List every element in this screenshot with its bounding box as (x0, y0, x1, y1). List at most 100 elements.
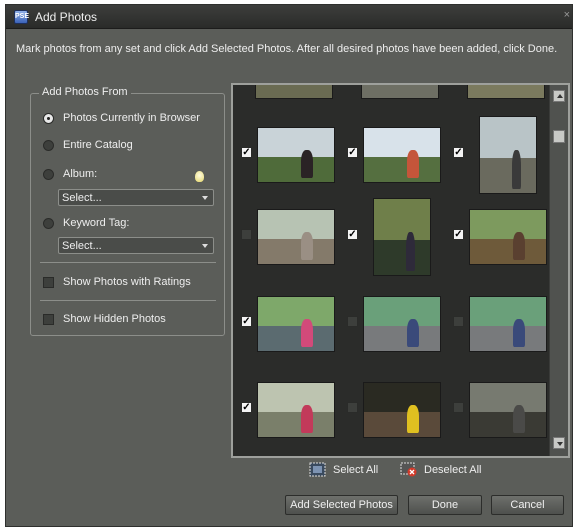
photo-subject (301, 319, 313, 347)
radio-keyword-tag[interactable]: Keyword Tag: (43, 215, 129, 231)
photo-subject (513, 232, 525, 260)
photo-thumbnail[interactable] (469, 382, 547, 438)
photo-scene-ground (364, 157, 440, 182)
photo-thumbnail[interactable] (479, 116, 537, 194)
title-bar: PSE Add Photos × (6, 5, 572, 29)
photo-gallery[interactable]: ✓ ✓ ✓ ✓ ✓ ✓ ✓ (231, 83, 570, 458)
photo-scene-ground (470, 412, 546, 437)
window-title: Add Photos (35, 10, 98, 24)
select-all-control[interactable]: Select All (309, 462, 378, 477)
photo-thumbnail[interactable] (257, 382, 335, 438)
chevron-down-icon (202, 244, 208, 248)
photo-subject (407, 405, 419, 433)
photo-thumbnail[interactable] (469, 296, 547, 352)
scroll-down-button[interactable] (553, 437, 565, 449)
photo-checkbox[interactable] (241, 229, 252, 240)
album-select[interactable]: Select... (58, 189, 214, 206)
photo-checkbox[interactable] (453, 402, 464, 413)
photo-scene-ground (364, 326, 440, 351)
deselect-all-icon (400, 462, 417, 477)
photo-checkbox[interactable] (347, 402, 358, 413)
photo-subject (407, 319, 419, 347)
radio-label: Keyword Tag: (63, 217, 130, 229)
add-photos-dialog: PSE Add Photos × Mark photos from any se… (5, 4, 573, 527)
close-icon[interactable]: × (564, 9, 570, 21)
instructions-text: Mark photos from any set and click Add S… (16, 43, 558, 55)
select-all-icon (309, 462, 326, 477)
divider (40, 262, 216, 263)
show-hidden-checkbox[interactable] (43, 314, 54, 325)
photo-checkbox[interactable]: ✓ (241, 147, 252, 158)
chevron-down-icon (202, 196, 208, 200)
show-hidden-label: Show Hidden Photos (63, 313, 166, 325)
keyword-select-value: Select... (62, 240, 102, 252)
photo-thumbnail[interactable] (363, 296, 441, 352)
photo-thumbnail[interactable] (469, 209, 547, 265)
done-button[interactable]: Done (408, 495, 482, 515)
chevron-up-icon (557, 94, 563, 98)
photo-scene-ground (480, 158, 536, 193)
photo-thumbnail[interactable] (363, 127, 441, 183)
photo-thumbnail[interactable] (257, 127, 335, 183)
photo-checkbox[interactable]: ✓ (241, 402, 252, 413)
add-photos-from-group: Add Photos From Photos Currently in Brow… (30, 86, 225, 336)
photo-scene-ground (258, 239, 334, 264)
photo-thumbnail[interactable] (363, 382, 441, 438)
deselect-all-label: Deselect All (424, 463, 482, 476)
add-selected-photos-button[interactable]: Add Selected Photos (285, 495, 398, 515)
app-icon: PSE (14, 10, 29, 24)
photo-subject (301, 232, 313, 260)
radio-label: Entire Catalog (63, 139, 133, 151)
radio-entire-catalog[interactable]: Entire Catalog (43, 137, 133, 153)
show-ratings-checkbox[interactable] (43, 277, 54, 288)
photo-thumbnail[interactable] (257, 296, 335, 352)
photo-scene-ground (258, 326, 334, 351)
thumbnail-grid[interactable]: ✓ ✓ ✓ ✓ ✓ ✓ ✓ (233, 85, 549, 456)
photo-checkbox[interactable]: ✓ (241, 316, 252, 327)
photo-scene-ground (258, 412, 334, 437)
radio-album[interactable]: Album: (43, 166, 97, 182)
photo-thumbnail[interactable] (361, 85, 439, 99)
radio-button[interactable] (43, 217, 54, 229)
radio-button[interactable] (43, 168, 54, 180)
photo-checkbox[interactable]: ✓ (347, 229, 358, 240)
album-select-value: Select... (62, 192, 102, 204)
photo-checkbox[interactable] (453, 316, 464, 327)
photo-thumbnail[interactable] (255, 85, 333, 99)
photo-checkbox[interactable] (347, 316, 358, 327)
scroll-up-button[interactable] (553, 90, 565, 102)
photo-scene-ground (374, 240, 430, 275)
group-legend: Add Photos From (39, 86, 131, 98)
deselect-all-control[interactable]: Deselect All (400, 462, 481, 477)
radio-button[interactable] (43, 139, 54, 151)
scroll-thumb[interactable] (553, 130, 565, 143)
photo-scene-ground (470, 326, 546, 351)
show-ratings-label: Show Photos with Ratings (63, 276, 191, 288)
photo-scene-ground (470, 239, 546, 264)
photo-scene-ground (258, 157, 334, 182)
photo-subject (406, 232, 415, 271)
photo-thumbnail[interactable] (467, 85, 545, 99)
photo-subject (513, 319, 525, 347)
radio-label: Photos Currently in Browser (63, 112, 200, 124)
keyword-select[interactable]: Select... (58, 237, 214, 254)
cancel-button[interactable]: Cancel (491, 495, 564, 515)
select-all-label: Select All (333, 463, 379, 476)
photo-thumbnail[interactable] (257, 209, 335, 265)
photo-thumbnail[interactable] (373, 198, 431, 276)
photo-subject (301, 405, 313, 433)
photo-checkbox[interactable]: ✓ (347, 147, 358, 158)
photo-checkbox[interactable]: ✓ (453, 229, 464, 240)
photo-subject (407, 150, 419, 178)
radio-label: Album: (63, 168, 98, 180)
photo-subject (301, 150, 313, 178)
photo-subject (512, 150, 521, 189)
divider (40, 300, 216, 301)
gallery-scrollbar[interactable] (549, 85, 568, 456)
radio-button[interactable] (43, 112, 54, 124)
lightbulb-icon (195, 171, 204, 182)
chevron-down-icon (557, 442, 563, 446)
photo-scene-ground (364, 412, 440, 437)
radio-photos-in-browser[interactable]: Photos Currently in Browser (43, 110, 200, 126)
photo-checkbox[interactable]: ✓ (453, 147, 464, 158)
